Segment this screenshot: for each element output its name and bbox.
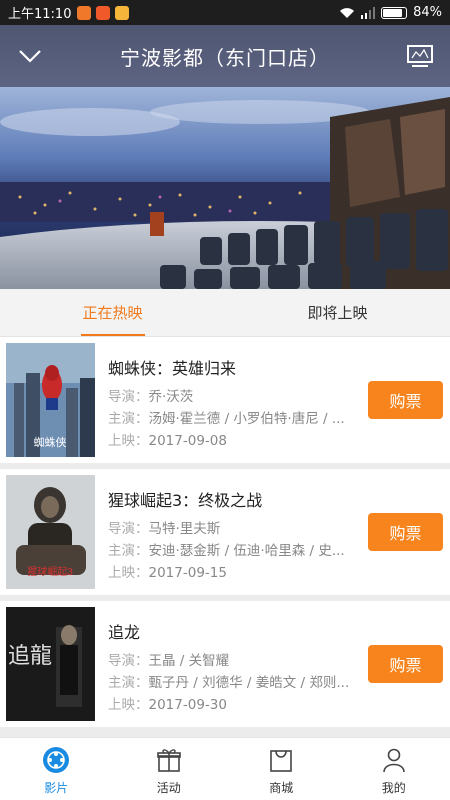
cast-value: 甄子丹 / 刘德华 / 姜皓文 / 郑则...	[148, 675, 350, 691]
status-bar: 上午11:10 84%	[0, 0, 450, 25]
release-label: 上映：	[108, 697, 149, 713]
nav-label: 商城	[269, 781, 294, 795]
poster-title: 猩球崛起3	[27, 565, 73, 578]
film-reel-icon	[41, 745, 71, 775]
screen-button[interactable]	[404, 41, 436, 71]
movie-title: 猩球崛起3：终极之战	[108, 491, 263, 510]
director-label: 导演：	[108, 653, 149, 669]
nav-label: 我的	[381, 781, 406, 795]
chevron-down-icon	[19, 50, 41, 63]
movie-title: 追龙	[108, 623, 141, 642]
buy-ticket-button[interactable]: 购票	[368, 645, 443, 683]
shopping-bag-icon	[266, 745, 296, 775]
director-value: 乔·沃茨	[148, 389, 194, 405]
poster-title: 追龍	[8, 644, 52, 669]
director-value: 马特·里夫斯	[148, 521, 221, 537]
movie-poster[interactable]: 蜘蛛侠	[6, 343, 95, 457]
tab-active-indicator	[80, 334, 145, 336]
gift-icon	[154, 745, 184, 775]
release-label: 上映：	[108, 433, 149, 449]
movie-cast: 主演：甄子丹 / 刘德华 / 姜皓文 / 郑则...	[108, 671, 366, 691]
cast-label: 主演：	[108, 543, 149, 559]
release-value: 2017-09-08	[148, 433, 227, 449]
movie-director: 导演：王晶 / 关智耀	[108, 649, 366, 669]
movie-director: 导演：马特·里夫斯	[108, 517, 366, 537]
movie-list-item[interactable]: 追龍 追龙 导演：王晶 / 关智耀 主演：甄子丹 / 刘德华 / 姜皓文 / 郑…	[0, 601, 450, 727]
movie-release: 上映：2017-09-15	[108, 561, 366, 581]
movie-cast: 主演：安迪·瑟金斯 / 伍迪·哈里森 / 史...	[108, 539, 366, 559]
screen-icon	[407, 45, 433, 67]
notification-app-icon	[96, 5, 111, 20]
collapse-button[interactable]	[14, 41, 46, 71]
cast-label: 主演：	[108, 411, 149, 427]
nav-item-activities[interactable]: 活动	[113, 738, 226, 800]
movie-release: 上映：2017-09-08	[108, 429, 366, 449]
movie-list-item[interactable]: 猩球崛起3 猩球崛起3：终极之战 导演：马特·里夫斯 主演：安迪·瑟金斯 / 伍…	[0, 469, 450, 595]
tab-now-showing[interactable]: 正在热映	[0, 289, 225, 336]
movie-title: 蜘蛛侠：英雄归来	[108, 359, 237, 378]
battery-icon	[381, 6, 408, 19]
poster-title: 蜘蛛侠	[34, 435, 67, 449]
signal-icon	[361, 6, 376, 19]
nav-label: 活动	[156, 781, 181, 795]
director-label: 导演：	[108, 389, 149, 405]
movie-poster[interactable]: 追龍	[6, 607, 95, 721]
nav-item-profile[interactable]: 我的	[338, 738, 450, 800]
movie-poster[interactable]: 猩球崛起3	[6, 475, 95, 589]
movie-cast: 主演：汤姆·霍兰德 / 小罗伯特·唐尼 / ...	[108, 407, 366, 427]
movie-tabs: 正在热映 即将上映	[0, 289, 450, 337]
buy-ticket-button[interactable]: 购票	[368, 381, 443, 419]
release-label: 上映：	[108, 565, 149, 581]
theater-illustration	[0, 87, 450, 289]
movie-list-item[interactable]: 蜘蛛侠 蜘蛛侠：英雄归来 导演：乔·沃茨 主演：汤姆·霍兰德 / 小罗伯特·唐尼…	[0, 337, 450, 463]
user-icon	[379, 745, 409, 775]
bottom-navigation: 影片 活动 商城 我的	[0, 737, 450, 800]
director-label: 导演：	[108, 521, 149, 537]
nav-label: 影片	[44, 781, 69, 795]
tab-coming-soon[interactable]: 即将上映	[225, 289, 450, 336]
tab-label: 即将上映	[307, 304, 368, 322]
nav-item-mall[interactable]: 商城	[225, 738, 338, 800]
buy-ticket-button[interactable]: 购票	[368, 513, 443, 551]
cast-value: 安迪·瑟金斯 / 伍迪·哈里森 / 史...	[148, 543, 345, 559]
movie-list[interactable]: 蜘蛛侠 蜘蛛侠：英雄归来 导演：乔·沃茨 主演：汤姆·霍兰德 / 小罗伯特·唐尼…	[0, 337, 450, 737]
release-value: 2017-09-30	[148, 697, 227, 713]
wifi-icon	[340, 7, 355, 18]
notification-app-icon	[77, 5, 92, 20]
cinema-banner-image[interactable]	[0, 87, 450, 289]
status-time: 上午11:10	[8, 7, 72, 22]
nav-item-films[interactable]: 影片	[0, 738, 113, 800]
notification-app-icon	[115, 5, 130, 20]
director-value: 王晶 / 关智耀	[148, 653, 230, 669]
cast-label: 主演：	[108, 675, 149, 691]
cast-value: 汤姆·霍兰德 / 小罗伯特·唐尼 / ...	[148, 411, 345, 427]
cinema-title: 宁波影都（东门口店）	[120, 45, 330, 70]
app-header: 宁波影都（东门口店）	[0, 25, 450, 87]
movie-director: 导演：乔·沃茨	[108, 385, 366, 405]
battery-percent: 84%	[413, 5, 442, 20]
release-value: 2017-09-15	[148, 565, 227, 581]
tab-label: 正在热映	[82, 304, 143, 322]
movie-release: 上映：2017-09-30	[108, 693, 366, 713]
